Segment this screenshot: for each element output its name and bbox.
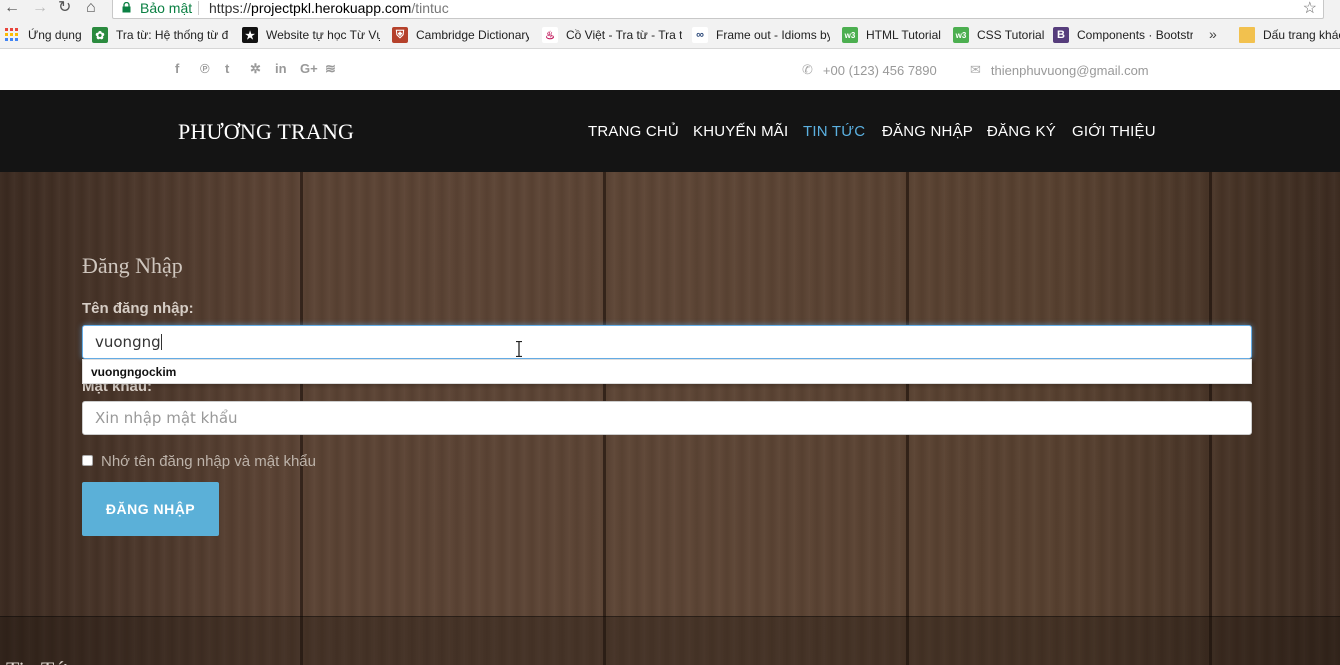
bookmark-other-folder[interactable]: Dấu trang khác (1239, 27, 1340, 43)
remember-label[interactable]: Nhớ tên đăng nhập và mật khẩu (101, 453, 316, 470)
nav-item-khuyen-mai[interactable]: KHUYẾN MÃI (693, 123, 788, 140)
url-host: projectpkl.herokuapp.com (251, 0, 412, 16)
nav-item-dang-ky[interactable]: ĐĂNG KÝ (987, 123, 1056, 140)
bookmark-label: Dấu trang khác (1263, 28, 1340, 42)
bookmark-star-icon[interactable]: ☆ (1303, 0, 1317, 18)
bookmark-frame-out[interactable]: ∞ Frame out - Idioms by (692, 27, 830, 43)
text-caret (160, 334, 162, 350)
next-section-title: Tin Tức (6, 657, 76, 665)
bookmark-cambridge[interactable]: ⛨ Cambridge Dictionary (392, 27, 529, 43)
social-links: f ℗ t ✲ in G+ ≋ (175, 61, 350, 77)
leaf-icon: ✿ (92, 27, 108, 43)
contact-email: ✉ thienphuvuong@gmail.com (970, 62, 1149, 78)
facebook-icon[interactable]: f (175, 61, 200, 77)
twitter-icon[interactable]: t (225, 61, 250, 77)
linkedin-icon[interactable]: in (275, 61, 300, 77)
nav-item-trang-chu[interactable]: TRANG CHỦ (588, 123, 679, 140)
bookmark-label: Ứng dụng (28, 28, 82, 42)
bookmark-label: Cồ Việt - Tra từ - Tra t (566, 28, 682, 42)
bookmark-css-tutorial[interactable]: w3 CSS Tutorial (953, 27, 1045, 43)
flame-icon: ♨ (542, 27, 558, 43)
nav-item-gioi-thieu[interactable]: GIỚI THIỆU (1072, 123, 1156, 140)
bookmark-label: Website tự học Từ Vự (266, 28, 380, 42)
login-button[interactable]: ĐĂNG NHẬP (82, 482, 219, 536)
omnibox-divider (198, 1, 199, 15)
password-input[interactable]: Xin nhập mật khẩu (82, 401, 1252, 435)
bookmark-label: Frame out - Idioms by (716, 28, 830, 42)
w3-icon: w3 (953, 27, 969, 43)
bookmark-co-viet[interactable]: ♨ Cồ Việt - Tra từ - Tra t (542, 27, 682, 43)
more-bookmarks-button[interactable]: » (1209, 26, 1217, 42)
bookmark-html-tutorial[interactable]: w3 HTML Tutorial (842, 27, 946, 43)
shield-icon: ⛨ (392, 27, 408, 43)
envelope-icon: ✉ (970, 62, 981, 77)
bookmark-label: Tra từ: Hệ thống từ đ (116, 28, 228, 42)
bookmark-label: HTML Tutorial (866, 28, 941, 42)
nav-item-dang-nhap[interactable]: ĐĂNG NHẬP (882, 123, 973, 140)
home-icon[interactable]: ⌂ (86, 0, 96, 16)
bootstrap-icon: B (1053, 27, 1069, 43)
password-placeholder: Xin nhập mật khẩu (95, 409, 238, 427)
url-scheme: https:// (209, 0, 252, 16)
dribbble-icon[interactable]: ✲ (250, 61, 275, 77)
bookmarks-bar: Ứng dụng ✿ Tra từ: Hệ thống từ đ ★ Websi… (0, 20, 1340, 49)
pinterest-icon[interactable]: ℗ (200, 61, 225, 77)
browser-toolbar: ← → ↻ ⌂ Bảo mật https://projectpkl.herok… (0, 0, 1340, 20)
bookmark-label: Cambridge Dictionary (416, 28, 529, 42)
login-title: Đăng Nhập (82, 253, 183, 278)
nav-item-tin-tuc[interactable]: TIN TỨC (803, 123, 865, 140)
apps-grid-icon (5, 28, 18, 41)
bookmark-bootstrap[interactable]: B Components · Bootstr (1053, 27, 1193, 43)
username-label: Tên đăng nhập: (82, 300, 194, 317)
bookmark-apps[interactable]: Ứng dụng (4, 27, 84, 43)
username-input[interactable]: vuongng (82, 325, 1252, 359)
forward-icon[interactable]: → (32, 0, 48, 16)
bookmark-website-tu-hoc[interactable]: ★ Website tự học Từ Vự (242, 27, 380, 43)
w3-icon: w3 (842, 27, 858, 43)
address-bar[interactable]: Bảo mật https://projectpkl.herokuapp.com… (112, 0, 1324, 19)
bookmark-tratu[interactable]: ✿ Tra từ: Hệ thống từ đ (92, 27, 228, 43)
top-info-bar: f ℗ t ✲ in G+ ≋ ✆ +00 (123) 456 7890 ✉ t… (0, 50, 1340, 90)
url-text[interactable]: https://projectpkl.herokuapp.com/tintuc (209, 0, 449, 16)
rss-icon[interactable]: ≋ (325, 61, 350, 77)
site-header: PHƯƠNG TRANG TRANG CHỦ KHUYẾN MÃI TIN TỨ… (0, 90, 1340, 172)
folder-icon (1239, 27, 1255, 43)
phone-icon: ✆ (802, 62, 813, 77)
autocomplete-suggestion[interactable]: vuongngockim (82, 359, 1252, 384)
text-cursor-icon (516, 341, 522, 357)
bookmark-label: Components · Bootstr (1077, 28, 1193, 42)
star-icon: ★ (242, 27, 258, 43)
lock-icon (122, 2, 131, 13)
security-label: Bảo mật (140, 0, 193, 16)
bookmark-label: CSS Tutorial (977, 28, 1045, 42)
email-text[interactable]: thienphuvuong@gmail.com (991, 63, 1149, 78)
login-section: Đăng Nhập Tên đăng nhập: vuongng Mật khẩ… (0, 172, 1340, 665)
phone-text: +00 (123) 456 7890 (822, 62, 937, 78)
google-plus-icon[interactable]: G+ (300, 61, 325, 77)
binoculars-icon: ∞ (692, 27, 708, 43)
site-brand[interactable]: PHƯƠNG TRANG (178, 119, 354, 145)
next-section: Tin Tức (0, 616, 1340, 665)
reload-icon[interactable]: ↻ (58, 0, 71, 16)
url-path: /tintuc (411, 0, 449, 16)
back-icon[interactable]: ← (4, 0, 20, 16)
contact-phone: ✆ +00 (123) 456 7890 (802, 62, 937, 78)
username-value: vuongng (95, 333, 161, 351)
remember-checkbox[interactable] (82, 455, 93, 466)
